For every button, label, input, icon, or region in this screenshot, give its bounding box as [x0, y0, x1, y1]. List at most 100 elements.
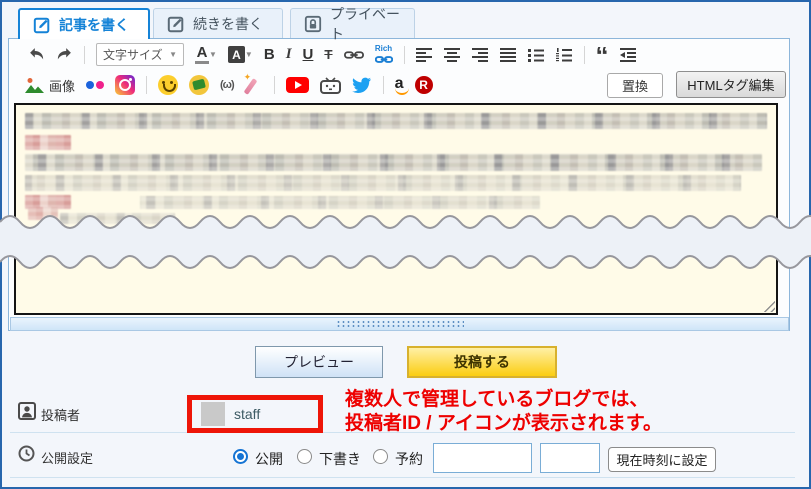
outdent-button[interactable] — [619, 47, 638, 62]
underline-button[interactable]: U — [303, 46, 314, 63]
toolbar-separator — [146, 76, 148, 94]
toolbar-format-row: 文字サイズ ▼ A ▼ A ▼ B I U T Rich “ — [28, 41, 638, 68]
toolbar-separator — [382, 76, 384, 94]
article-body-textarea[interactable] — [14, 103, 778, 315]
replace-button[interactable]: 置換 — [607, 73, 663, 98]
decoration-pen-button[interactable] — [244, 72, 263, 94]
twitter-bird-icon — [351, 77, 372, 94]
redacted-content-line — [28, 207, 58, 220]
radio-draft[interactable] — [297, 449, 312, 464]
link-icon — [343, 49, 364, 61]
insert-image-button[interactable]: 画像 — [24, 76, 75, 95]
align-left-icon — [415, 47, 433, 62]
publish-settings-label: 公開設定 — [41, 451, 94, 466]
chevron-down-icon: ▼ — [244, 50, 253, 59]
align-right-icon — [471, 47, 489, 62]
align-right-button[interactable] — [471, 47, 489, 62]
align-left-button[interactable] — [415, 47, 433, 62]
radio-public[interactable] — [233, 449, 248, 464]
toolbar-separator — [583, 45, 585, 64]
toolbar-separator — [84, 45, 85, 64]
stamp-icon — [189, 75, 210, 95]
editor-resize-bar[interactable] — [10, 317, 789, 331]
align-center-icon — [443, 47, 461, 62]
numbered-list-button[interactable] — [555, 47, 573, 62]
toolbar-media-row: 画像 (ω) a R — [24, 71, 433, 99]
strikethrough-button[interactable]: T — [324, 47, 332, 62]
rich-link-button[interactable]: Rich — [374, 44, 393, 65]
annotation-line2: 投稿者ID / アイコンが表示されます。 — [345, 413, 662, 434]
textarea-resize-grip-icon[interactable] — [763, 300, 775, 312]
smiley-icon — [158, 75, 179, 95]
set-current-time-button[interactable]: 現在時刻に設定 — [608, 447, 716, 472]
bullet-list-icon — [527, 48, 545, 62]
twitter-button[interactable] — [351, 77, 372, 94]
flickr-blue-dot-icon — [86, 81, 95, 89]
youtube-icon — [285, 77, 309, 93]
font-color-button[interactable]: A ▼ — [195, 45, 217, 64]
annotation-line1: 複数人で管理しているブログでは、 — [345, 389, 649, 410]
bold-button[interactable]: B — [264, 46, 275, 63]
redacted-content-line — [25, 135, 71, 150]
instagram-icon — [115, 75, 136, 95]
annotation-text: 複数人で管理しているブログでは、 投稿者ID / アイコンが表示されます。 — [345, 388, 662, 436]
instagram-button[interactable] — [115, 75, 136, 95]
radio-draft-label[interactable]: 下書き — [319, 449, 361, 469]
niconico-button[interactable] — [319, 76, 341, 94]
redo-icon — [56, 47, 73, 62]
redacted-content-line — [25, 175, 741, 191]
edit-square-icon — [167, 15, 185, 33]
drag-handle-dots-icon — [335, 320, 464, 328]
background-color-icon: A — [227, 46, 245, 63]
tab-private[interactable]: プライベート — [290, 6, 415, 42]
submit-button[interactable]: 投稿する — [407, 346, 557, 378]
lock-square-icon — [304, 15, 322, 33]
bullet-list-button[interactable] — [527, 48, 545, 62]
edit-square-icon — [33, 16, 51, 34]
radio-scheduled[interactable] — [373, 449, 388, 464]
align-center-button[interactable] — [443, 47, 461, 62]
emoji-button[interactable] — [158, 75, 179, 95]
redacted-content-line — [25, 113, 767, 129]
flickr-button[interactable] — [86, 81, 105, 89]
link-button[interactable] — [343, 49, 364, 61]
redacted-content-line — [60, 213, 175, 224]
font-color-icon: A — [195, 45, 209, 64]
redo-button[interactable] — [56, 47, 73, 62]
youtube-button[interactable] — [285, 77, 309, 93]
poster-avatar — [201, 402, 225, 426]
radio-scheduled-label[interactable]: 予約 — [395, 449, 423, 469]
toolbar-separator — [273, 76, 275, 94]
rakuten-button[interactable]: R — [414, 76, 433, 94]
image-label: 画像 — [49, 78, 76, 94]
poster-label: 投稿者 — [41, 408, 81, 423]
clock-icon — [18, 445, 35, 462]
schedule-date-input[interactable] — [433, 443, 532, 473]
italic-button[interactable]: I — [286, 46, 292, 63]
rich-link-icon: Rich — [374, 44, 393, 65]
stamp-button[interactable] — [189, 75, 210, 95]
preview-button[interactable]: プレビュー — [255, 346, 383, 378]
tab-label: 続きを書く — [193, 15, 263, 32]
html-tag-edit-button[interactable]: HTMLタグ編集 — [676, 71, 786, 98]
undo-button[interactable] — [28, 47, 45, 62]
poster-highlight-box: staff — [187, 395, 323, 433]
background-color-button[interactable]: A ▼ — [227, 46, 253, 63]
radio-public-label[interactable]: 公開 — [255, 449, 283, 469]
tab-label: 記事を書く — [59, 16, 129, 33]
chevron-down-icon: ▼ — [209, 50, 217, 59]
redacted-content-line — [25, 154, 762, 171]
schedule-time-input[interactable] — [540, 443, 600, 473]
image-icon — [24, 77, 45, 94]
kaomoji-button[interactable]: (ω) — [220, 79, 235, 91]
align-justify-icon — [499, 47, 517, 62]
row-divider — [10, 477, 795, 478]
tab-write-article[interactable]: 記事を書く — [18, 8, 150, 39]
blockquote-button[interactable]: “ — [596, 47, 609, 63]
tab-write-continuation[interactable]: 続きを書く — [153, 8, 283, 38]
align-justify-button[interactable] — [499, 47, 517, 62]
font-size-dropdown[interactable]: 文字サイズ ▼ — [96, 43, 184, 66]
font-size-label: 文字サイズ — [103, 48, 163, 62]
amazon-button[interactable]: a — [394, 75, 409, 95]
niconico-tv-icon — [319, 76, 341, 94]
